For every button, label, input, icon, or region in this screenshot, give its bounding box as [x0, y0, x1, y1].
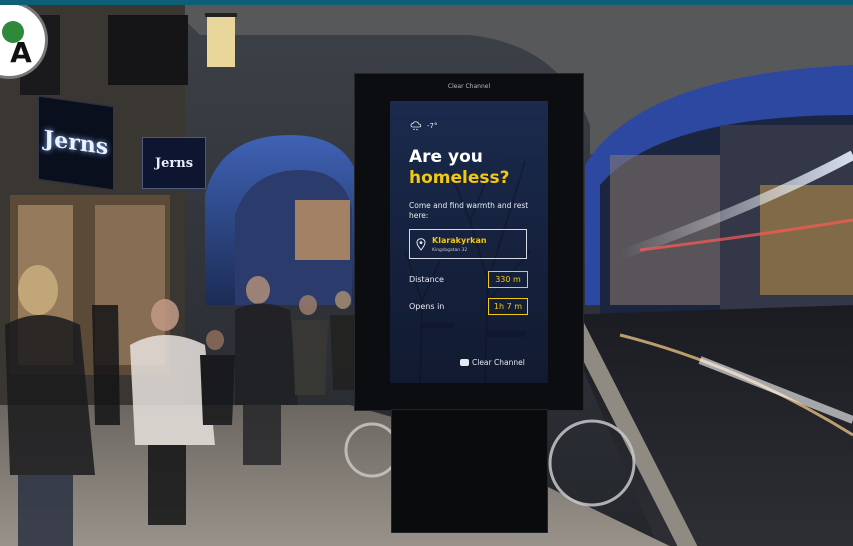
distance-label: Distance [409, 275, 444, 284]
distance-value: 330 m [488, 271, 528, 288]
location-card[interactable]: Klarakyrkan Kingsbgatan 32 [409, 229, 527, 259]
headline-line-2: homeless? [409, 168, 510, 188]
store-sign-text: Jerns [43, 125, 109, 161]
kiosk-bottom-brand: Clear Channel [460, 358, 525, 367]
opens-in-value: 1h 7 m [488, 298, 528, 315]
cloud-snow-icon [410, 121, 422, 131]
location-pin-icon [416, 238, 426, 251]
bottom-brand-text: Clear Channel [472, 358, 525, 367]
weather-readout: -7° [410, 121, 437, 131]
headline-line-1: Are you [409, 147, 483, 167]
opens-in-label: Opens in [409, 302, 445, 311]
location-address: Kingsbgatan 32 [432, 248, 468, 253]
temperature: -7° [427, 122, 438, 130]
store-sign-jerns-small: Jerns [142, 137, 206, 189]
kiosk-top-brand: Clear Channel [447, 83, 491, 90]
photo-frame: A Jerns Jerns Clear Channel -7° Are you … [0, 0, 853, 546]
store-sign-jerns: Jerns [38, 95, 114, 191]
location-name: Klarakyrkan [432, 236, 487, 245]
store-sign-small-text: Jerns [154, 155, 194, 171]
clear-channel-logo-icon [460, 359, 469, 366]
kiosk-base [391, 409, 548, 533]
kiosk-screen: -7° Are you homeless? Come and find warm… [390, 101, 548, 383]
headline-subtext: Come and find warmth and rest here: [409, 201, 529, 220]
tree-icon [2, 21, 24, 43]
